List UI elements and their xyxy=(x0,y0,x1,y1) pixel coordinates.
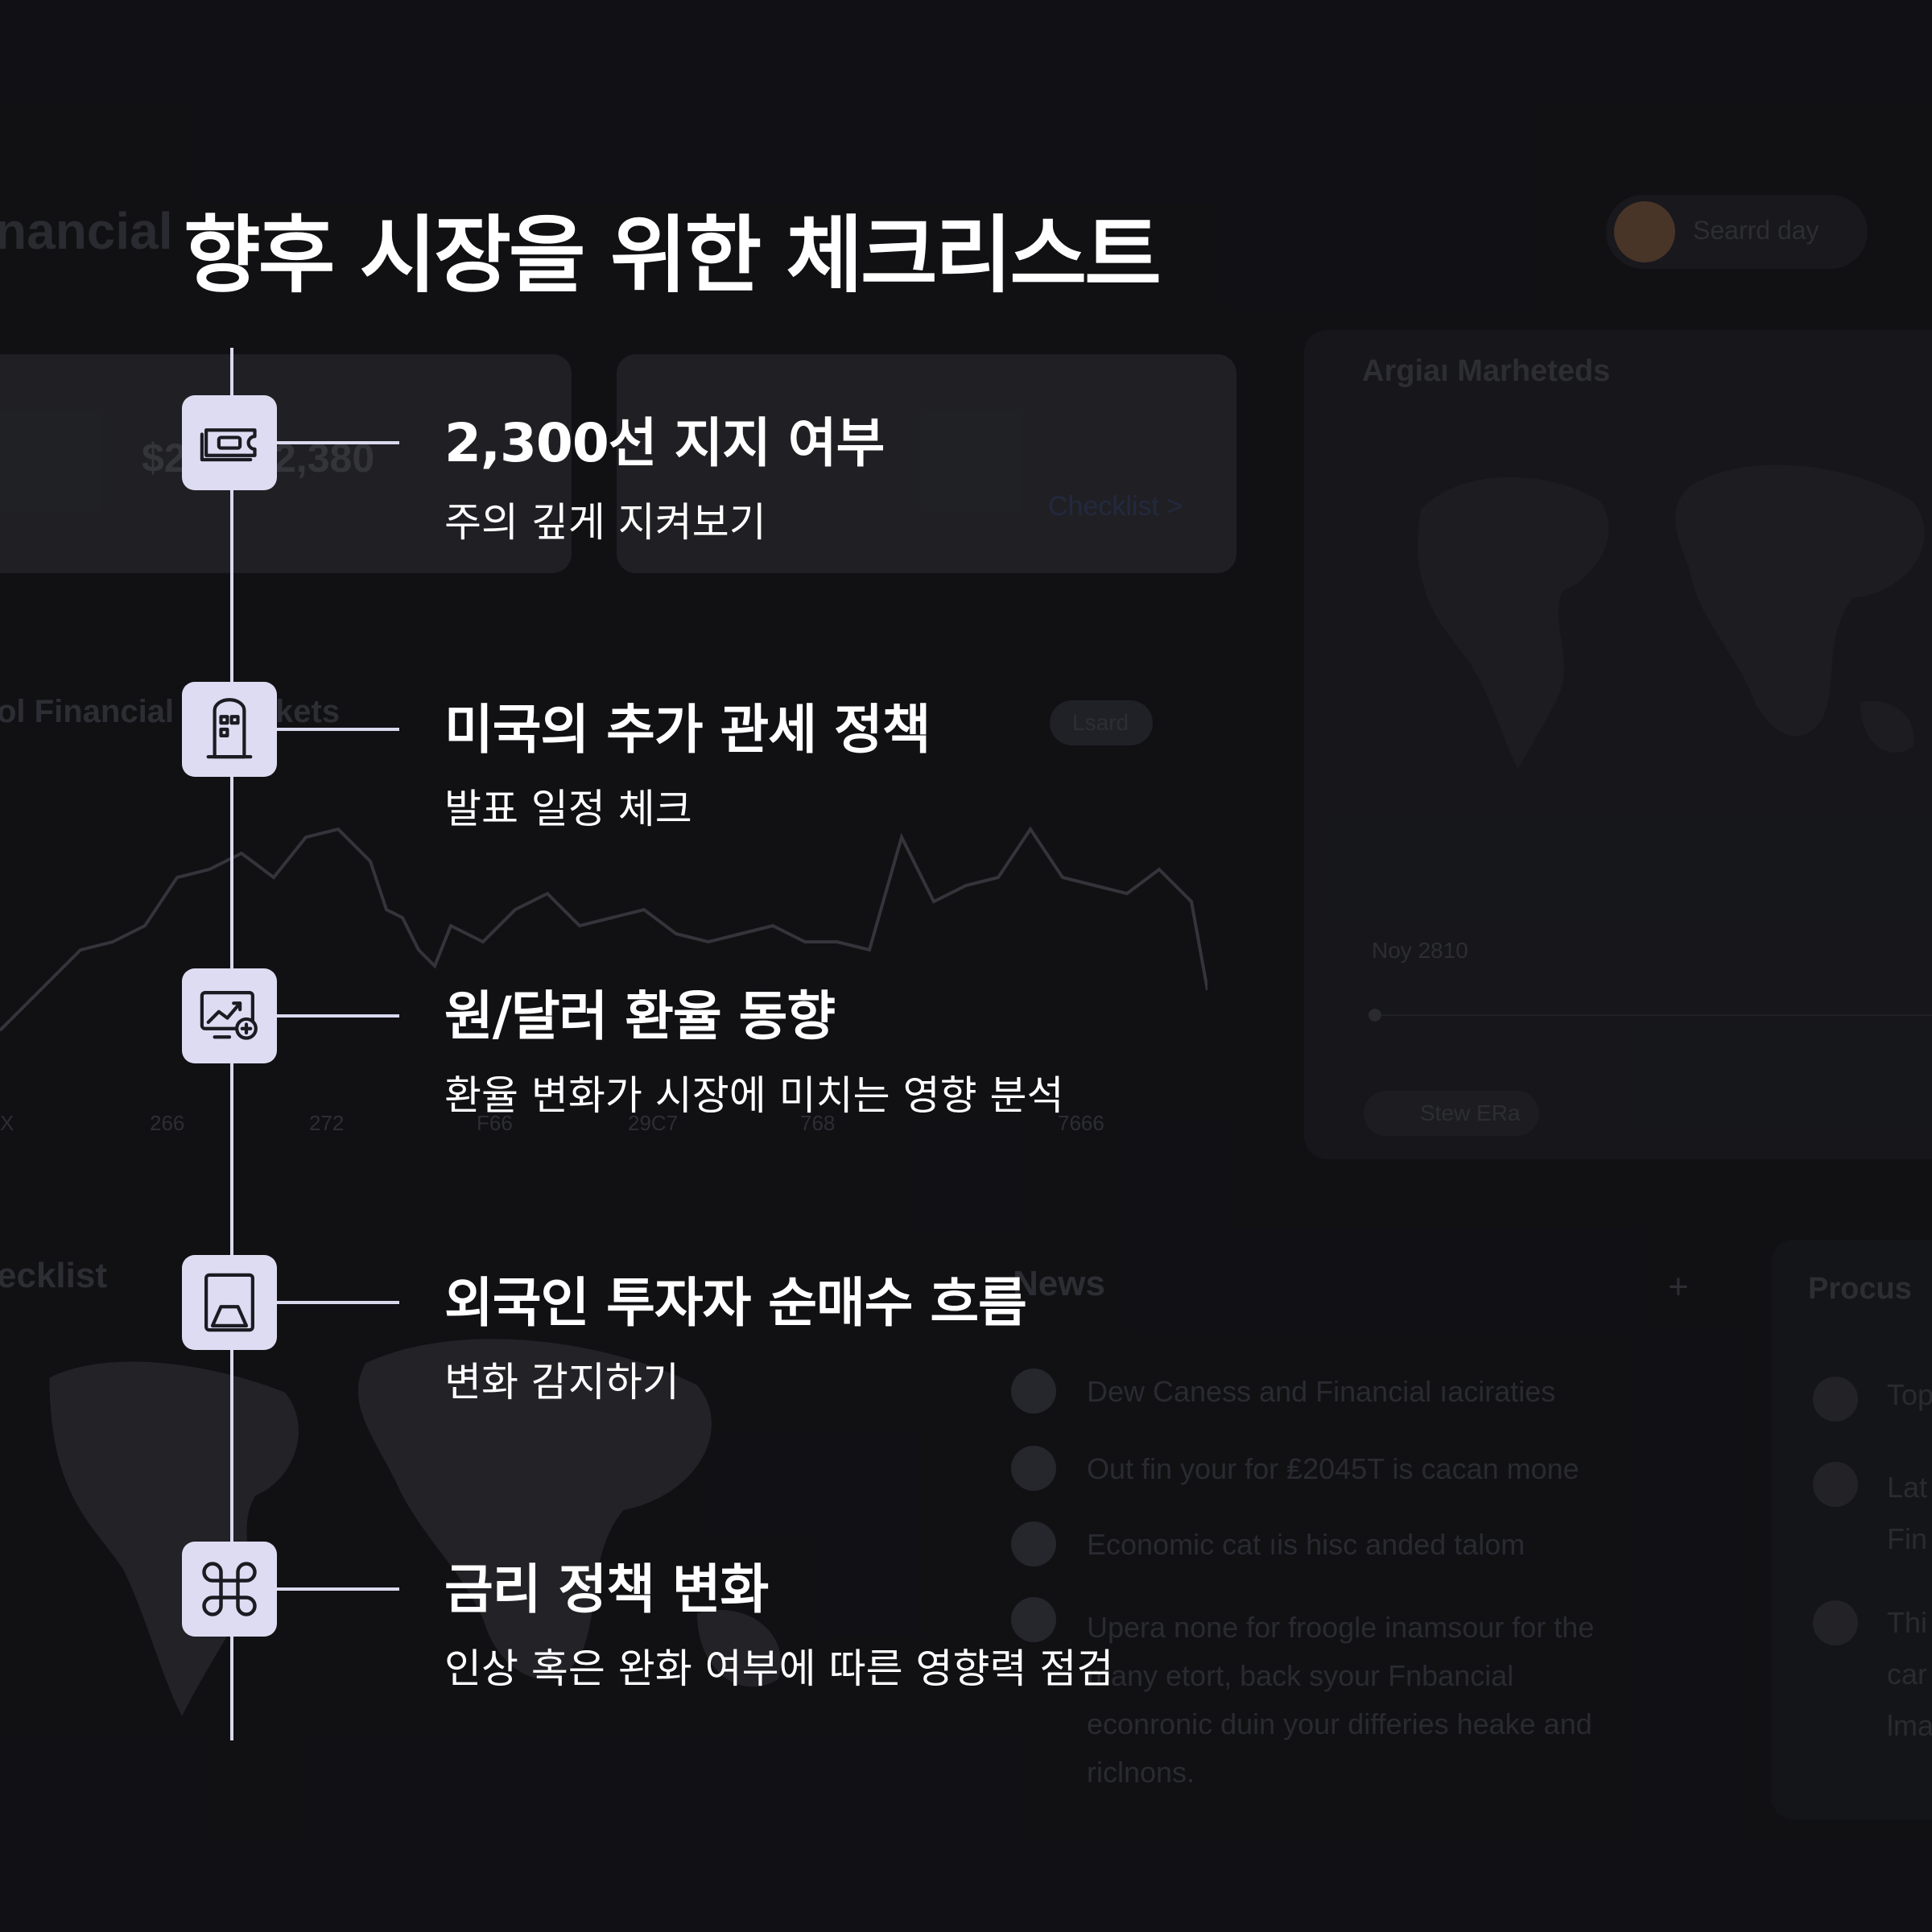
checklist-item-title: 원/달러 환율 동향 xyxy=(444,985,836,1047)
checklist-item: 원/달러 환율 동향 환율 변화가 시장에 미치는 영향 분석 xyxy=(0,968,1208,1178)
checklist-item-title: 금리 정책 변화 xyxy=(444,1558,769,1620)
checklist-item: 2,300선 지지 여부 주의 깊게 지켜보기 xyxy=(0,395,1208,605)
checklist-item-subtitle: 발표 일정 체크 xyxy=(444,786,692,832)
exchange-chart-icon xyxy=(182,968,277,1063)
timeline-connector xyxy=(277,1587,399,1591)
checklist-item-subtitle: 주의 깊게 지켜보기 xyxy=(444,499,766,546)
checklist-item-title: 2,300선 지지 여부 xyxy=(444,412,885,474)
checklist-item: 미국의 추가 관세 정책 발표 일정 체크 xyxy=(0,682,1208,891)
timeline-connector xyxy=(277,728,399,731)
building-icon xyxy=(182,682,277,777)
ticket-icon xyxy=(182,395,277,490)
checklist-item-subtitle: 인상 혹은 완화 여부에 따른 영향력 점검 xyxy=(444,1645,1114,1692)
checklist-item: 금리 정책 변화 인상 혹은 완화 여부에 따른 영향력 점검 xyxy=(0,1542,1208,1751)
command-icon xyxy=(182,1542,277,1637)
timeline-connector xyxy=(277,441,399,444)
checklist-item-title: 외국인 투자자 순매수 흐름 xyxy=(444,1272,1027,1334)
checklist-item-subtitle: 환율 변화가 시장에 미치는 영향 분석 xyxy=(444,1072,1064,1119)
checklist-item: 외국인 투자자 순매수 흐름 변화 감지하기 xyxy=(0,1255,1208,1464)
page-title: 향후 시장을 위한 체크리스트 xyxy=(184,206,1162,304)
flow-icon xyxy=(182,1255,277,1350)
checklist-item-subtitle: 변화 감지하기 xyxy=(444,1359,679,1406)
timeline-connector xyxy=(277,1014,399,1018)
checklist-item-title: 미국의 추가 관세 정책 xyxy=(444,699,931,761)
timeline-connector xyxy=(277,1301,399,1304)
